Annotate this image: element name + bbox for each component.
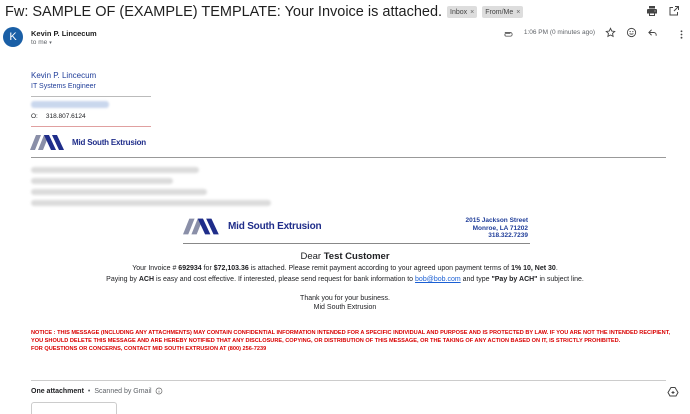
ach-text: ACH xyxy=(138,276,155,283)
text: is easy and cost effective. If intereste… xyxy=(156,276,414,283)
open-in-new-window-icon[interactable] xyxy=(668,5,680,17)
info-icon[interactable] xyxy=(155,387,163,395)
scanned-by-gmail-text: Scanned by Gmail xyxy=(94,387,152,395)
confidentiality-notice: NOTICE : THIS MESSAGE (INCLUDING ANY ATT… xyxy=(31,329,671,354)
redacted-line xyxy=(31,200,271,206)
bank-email-link[interactable]: bob@bob.com xyxy=(415,276,461,283)
redacted-line xyxy=(31,178,173,184)
attachments-header: One attachment • Scanned by Gmail xyxy=(31,387,163,395)
message-time: 1:06 PM (0 minutes ago) xyxy=(523,29,595,36)
company-logo-mark-icon xyxy=(183,218,219,235)
redacted-line xyxy=(31,167,199,173)
text: is attached. Please remit payment accord… xyxy=(250,265,510,272)
signature: Kevin P. Lincecum IT Systems Engineer O:… xyxy=(31,71,161,127)
text: . xyxy=(555,265,558,272)
recipient-details-toggle[interactable]: to me ▾ xyxy=(31,39,52,46)
divider xyxy=(183,243,530,244)
text: Your Invoice # xyxy=(132,265,177,272)
attachments-title: One attachment xyxy=(31,387,84,395)
company-logo-mark-icon xyxy=(30,135,64,150)
divider xyxy=(31,380,666,381)
print-icon[interactable] xyxy=(646,5,658,17)
text: and type xyxy=(462,276,490,283)
subject-row: Fw: SAMPLE OF (EXAMPLE) TEMPLATE: Your I… xyxy=(0,0,690,24)
separator: • xyxy=(87,387,91,395)
address-line: 2015 Jackson Street xyxy=(465,217,528,224)
label-text: From/Me xyxy=(485,8,514,16)
invoice-number: 692934 xyxy=(178,265,202,272)
greeting-prefix: Dear xyxy=(300,251,322,262)
phone-label: O: xyxy=(31,113,38,120)
redacted-forward-header xyxy=(31,167,271,211)
address-phone: 318.322.7239 xyxy=(488,232,528,240)
thanks-line: Thank you for your business. xyxy=(300,295,390,302)
notice-text: NOTICE : THIS MESSAGE (INCLUDING ANY ATT… xyxy=(31,330,671,345)
attachment-thumbnail[interactable] xyxy=(31,402,117,414)
star-icon[interactable] xyxy=(605,27,616,38)
more-options-icon[interactable] xyxy=(676,27,687,45)
divider xyxy=(31,157,666,158)
attachment-clip-icon xyxy=(503,27,514,38)
reply-icon[interactable] xyxy=(647,27,658,38)
divider xyxy=(31,96,151,97)
avatar[interactable]: K xyxy=(3,27,23,47)
emoji-react-icon[interactable] xyxy=(626,27,637,38)
invoice-company-logo: Mid South Extrusion xyxy=(183,218,322,235)
text: Paying by xyxy=(106,276,137,283)
divider xyxy=(31,126,151,127)
remove-label-button[interactable]: × xyxy=(470,9,474,16)
ach-info-line: Paying by ACH is easy and cost effective… xyxy=(0,276,690,283)
sender-name[interactable]: Kevin P. Lincecum xyxy=(31,29,97,38)
signature-title: IT Systems Engineer xyxy=(31,83,96,90)
notice-contact: FOR QUESTIONS OR CONCERNS, CONTACT MID S… xyxy=(31,346,267,353)
pay-by-ach-text: "Pay by ACH" xyxy=(491,276,538,283)
payment-terms: 1% 10, Net 30 xyxy=(511,265,556,272)
label-chip-from-me[interactable]: From/Me × xyxy=(482,6,524,18)
add-to-drive-icon[interactable] xyxy=(667,386,679,398)
company-address: 2015 Jackson Street Monroe, LA 71202 318… xyxy=(465,217,528,240)
message-meta: 1:06 PM (0 minutes ago) xyxy=(503,27,658,38)
signature-phone: O: 318.807.6124 xyxy=(31,113,161,120)
subject-actions xyxy=(646,5,680,17)
signature-name: Kevin P. Lincecum xyxy=(31,71,97,80)
customer-name: Test Customer xyxy=(323,251,390,262)
label-chip-inbox[interactable]: Inbox × xyxy=(447,6,478,18)
redacted-email-link[interactable] xyxy=(31,101,109,108)
remove-label-button[interactable]: × xyxy=(516,9,520,16)
greeting: Dear Test Customer xyxy=(0,251,690,262)
text: in subject line. xyxy=(539,276,584,283)
invoice-amount: $72,103.36 xyxy=(213,265,249,272)
company-name: Mid South Extrusion xyxy=(72,138,146,147)
email-subject: Fw: SAMPLE OF (EXAMPLE) TEMPLATE: Your I… xyxy=(5,4,443,20)
address-line: Monroe, LA 71202 xyxy=(472,224,528,232)
redacted-line xyxy=(31,189,207,195)
chevron-down-icon: ▾ xyxy=(49,40,52,46)
recipient-text: to me xyxy=(31,39,48,46)
text: for xyxy=(203,265,212,272)
label-text: Inbox xyxy=(450,8,468,16)
invoice-summary-line: Your Invoice # 692934 for $72,103.36 is … xyxy=(0,265,690,272)
phone-number: 318.807.6124 xyxy=(45,113,86,120)
company-logo: Mid South Extrusion xyxy=(30,135,146,150)
signoff-line: Mid South Extrusion xyxy=(313,304,377,311)
company-name: Mid South Extrusion xyxy=(228,221,322,232)
